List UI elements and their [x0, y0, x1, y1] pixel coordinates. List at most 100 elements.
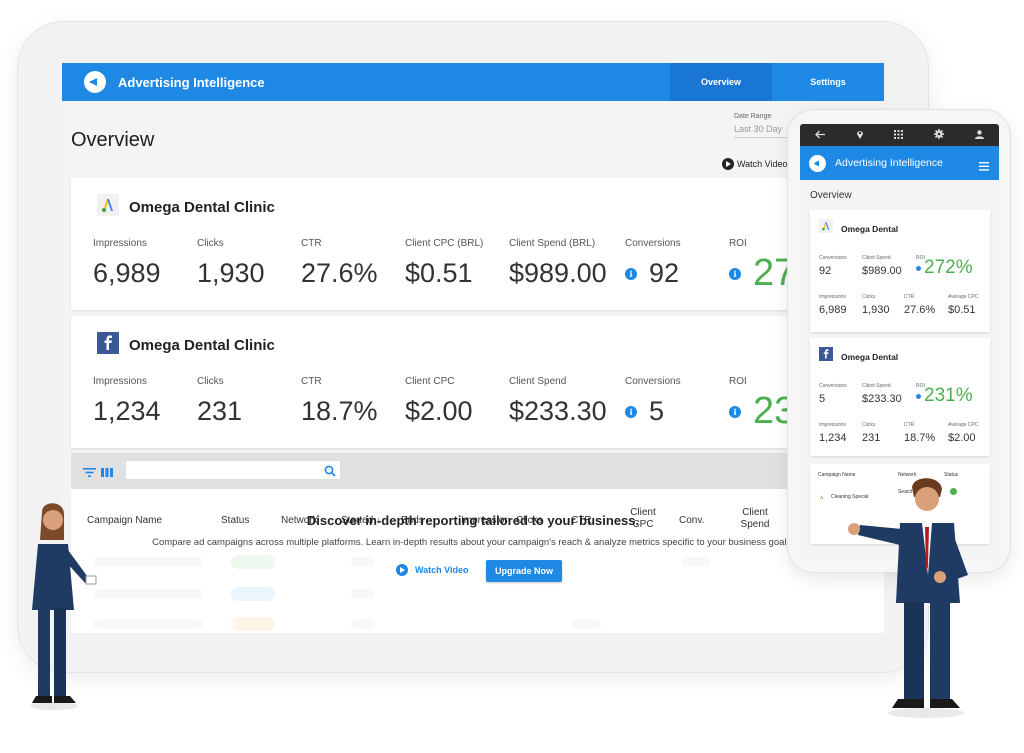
tab-settings[interactable]: Settings — [772, 63, 884, 101]
main-content: Overview Date Range Last 30 Day Watch Vi… — [62, 101, 884, 633]
metric-label: Clicks — [197, 238, 224, 249]
phone-metric-conversions: Conversions 5 — [819, 383, 847, 405]
promo-watch-video-link[interactable]: Watch Video — [396, 564, 469, 576]
metric-value-row: i5 — [625, 396, 681, 427]
info-icon[interactable]: i — [729, 405, 741, 418]
metric-impressions: Impressions 1,234 — [93, 376, 161, 427]
metric-client-spend: Client Spend (BRL) $989.00 — [509, 238, 607, 289]
metric-value: 18.7% — [301, 396, 378, 426]
metric-roi: ROI i 23 — [729, 376, 795, 433]
card-brand-name: Omega Dental Clinic — [129, 337, 275, 354]
user-icon[interactable] — [974, 126, 984, 144]
card-brand-name: Omega Dental — [841, 223, 899, 234]
metric-client-cpc: Client CPC (BRL) $0.51 — [405, 238, 483, 289]
google-ads-icon — [819, 219, 833, 238]
phone-metric-client-spend: Client Spend $989.00 — [862, 255, 902, 277]
search-input[interactable] — [125, 460, 341, 480]
metric-value: 1,930 — [197, 258, 265, 288]
marketing-stage: Advertising Intelligence Overview Settin… — [0, 0, 1024, 753]
metric-client-cpc: Client CPC $2.00 — [405, 376, 473, 427]
metric-label: Client Spend — [509, 376, 567, 387]
phone-google-card: Omega Dental Conversions 92 Client Spend $… — [810, 210, 990, 332]
metric-clicks: Clicks 231 — [197, 376, 242, 427]
metric-label: ROI — [729, 238, 747, 249]
phone-metric-ctr: CTR 27.6% — [904, 294, 935, 316]
app-header: Advertising Intelligence Overview Settin… — [62, 63, 884, 101]
metric-label: Client CPC — [405, 376, 455, 387]
search-icon[interactable] — [324, 464, 336, 482]
info-icon[interactable]: i — [729, 267, 741, 280]
metric-value: $233.30 — [509, 396, 607, 426]
metric-label: CTR — [301, 238, 322, 249]
metric-label: Client Spend — [862, 255, 891, 261]
play-icon — [722, 158, 734, 170]
info-icon[interactable]: i — [625, 405, 637, 418]
metric-value: $0.51 — [405, 258, 473, 288]
hamburger-menu-icon[interactable] — [979, 158, 989, 176]
woman-illustration — [28, 500, 98, 720]
watch-video-link[interactable]: Watch Video — [722, 158, 788, 170]
google-ads-icon — [818, 488, 825, 506]
man-illustration — [836, 475, 986, 725]
phone-metric-client-spend: Client Spend $233.30 — [862, 383, 902, 405]
metric-label: Client Spend — [862, 383, 891, 389]
metric-value: $2.00 — [948, 432, 976, 444]
metric-label: CTR — [904, 294, 915, 300]
upgrade-overlay — [71, 547, 884, 633]
metric-value-row: i 27 — [729, 252, 795, 295]
phone-app-header: Advertising Intelligence — [800, 146, 999, 180]
metric-label: Client CPC (BRL) — [405, 238, 484, 249]
metric-label: Impressions — [819, 294, 846, 300]
metric-label: Impressions — [819, 422, 846, 428]
phone-metric-ctr: CTR 18.7% — [904, 422, 935, 444]
metric-label: CTR — [904, 422, 915, 428]
metric-label: Conversions — [625, 238, 681, 249]
metric-value-row: i 23 — [729, 390, 795, 433]
back-arrow-icon[interactable] — [815, 126, 826, 144]
metric-label: Impressions — [93, 238, 147, 249]
promo-watch-video-label: Watch Video — [415, 565, 469, 575]
metric-value: 1,234 — [93, 396, 161, 426]
metric-label: Average CPC — [948, 294, 979, 300]
table-toolbar — [71, 453, 884, 489]
info-icon[interactable]: i — [625, 267, 637, 280]
metric-label: Conversions — [625, 376, 681, 387]
apps-grid-icon[interactable] — [894, 126, 904, 144]
metric-label: ROI — [729, 376, 747, 387]
columns-icon[interactable] — [101, 465, 113, 483]
metric-value: 27.6% — [301, 258, 378, 288]
facebook-ads-card: Omega Dental Clinic Impressions 1,234 Cli… — [71, 316, 884, 448]
location-pin-icon[interactable] — [856, 126, 864, 144]
metric-impressions: Impressions 6,989 — [93, 238, 161, 289]
top-nav-tabs: Overview Settings — [670, 63, 884, 101]
metric-label: Clicks — [862, 294, 876, 300]
metric-client-spend: Client Spend $233.30 — [509, 376, 607, 427]
metric-label: Conversions — [819, 255, 847, 261]
phone-metric-average-cpc: Average CPC $2.00 — [948, 422, 978, 444]
metric-value: 272% — [924, 257, 973, 278]
gear-icon[interactable] — [934, 126, 945, 144]
promo-subtitle: Compare ad campaigns across multiple pla… — [152, 537, 794, 548]
metric-value: 1,234 — [819, 432, 847, 444]
card-brand: Omega Dental — [819, 347, 898, 366]
phone-metric-roi: ROI 272% — [916, 255, 973, 279]
upgrade-now-button[interactable]: Upgrade Now — [486, 560, 562, 582]
metric-value: 6,989 — [819, 304, 847, 316]
phone-metric-impressions: Impressions 1,234 — [819, 422, 847, 444]
metric-value-row: 272% — [916, 257, 973, 279]
phone-metric-clicks: Clicks 1,930 — [862, 294, 890, 316]
metric-value: 18.7% — [904, 432, 936, 444]
metric-value: 6,989 — [93, 258, 161, 288]
info-icon[interactable] — [916, 265, 921, 271]
facebook-icon — [97, 332, 119, 359]
page-title: Overview — [71, 129, 155, 151]
tab-overview[interactable]: Overview — [670, 63, 772, 101]
info-icon[interactable] — [916, 393, 921, 399]
metric-value: 92 — [819, 265, 832, 277]
watch-video-label: Watch Video — [737, 159, 788, 169]
card-brand-name: Omega Dental — [841, 351, 899, 362]
metric-value: 231 — [197, 396, 243, 426]
filter-icon[interactable] — [83, 465, 96, 483]
facebook-icon — [819, 347, 833, 366]
phone-metric-average-cpc: Average CPC $0.51 — [948, 294, 978, 316]
